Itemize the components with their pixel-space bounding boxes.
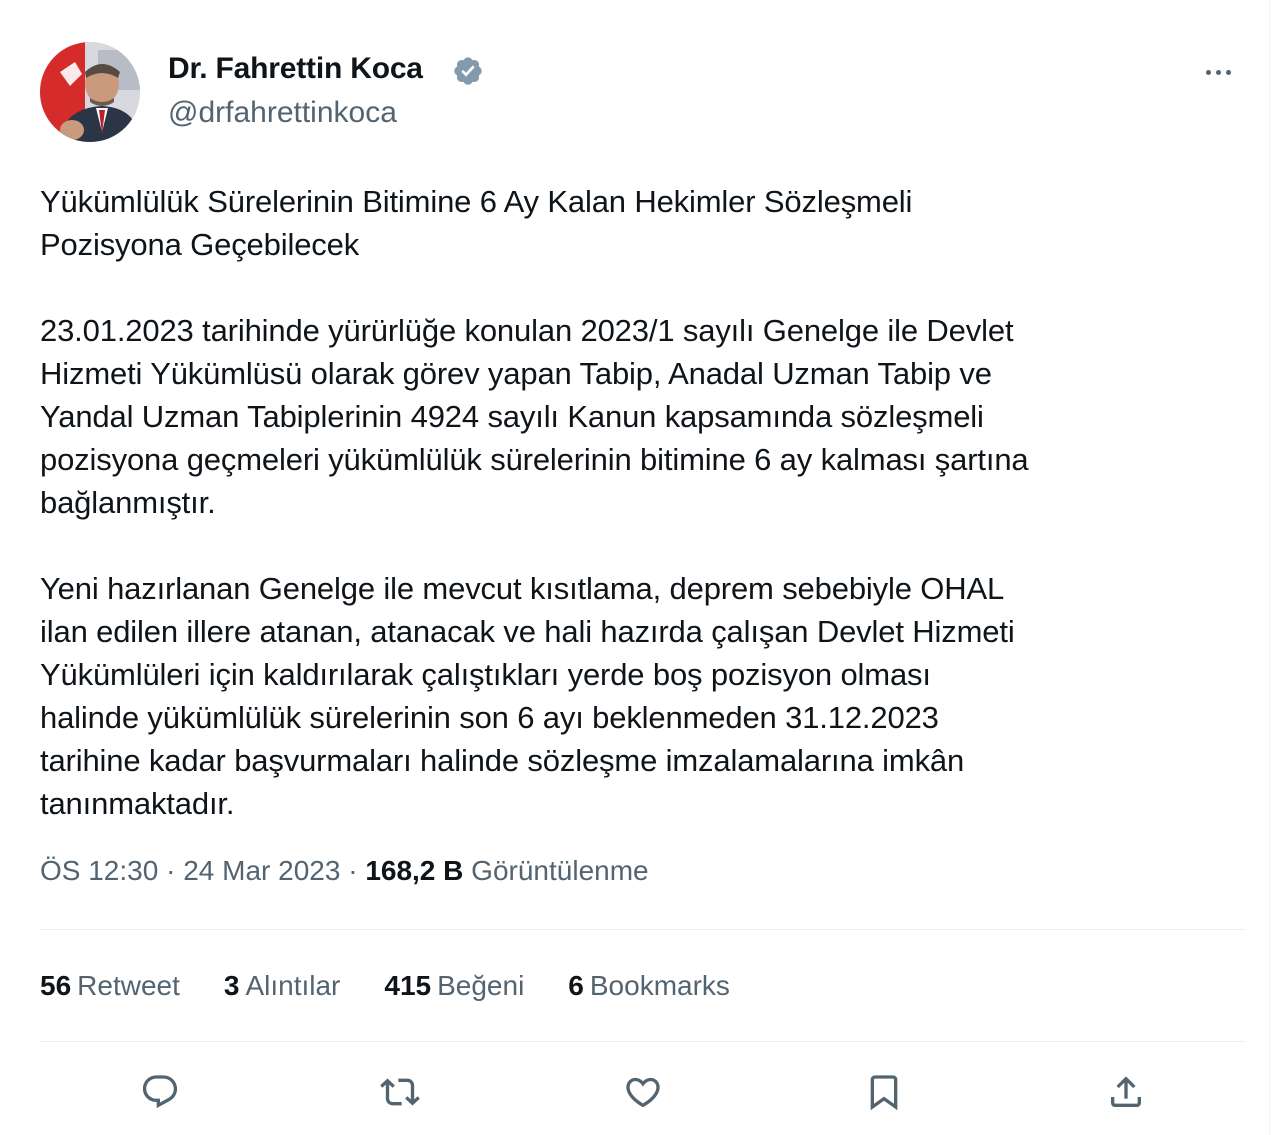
bookmark-button[interactable] [856, 1064, 912, 1120]
tweet-stats: 56 Retweet 3 Alıntılar 415 Beğeni 6 Bookmark… [40, 970, 774, 1002]
like-icon [626, 1077, 660, 1108]
more-options-icon[interactable] [1196, 52, 1240, 92]
views-count: 168,2 B [365, 855, 464, 886]
divider [40, 1041, 1245, 1042]
retweets-label: Retweet [77, 970, 180, 1001]
tweet-date[interactable]: 24 Mar 2023 [183, 855, 340, 886]
bookmarks-label: Bookmarks [589, 970, 730, 1001]
verified-badge-icon [454, 57, 482, 85]
avatar-image [40, 42, 140, 142]
bookmarks-count: 6 [568, 970, 584, 1001]
author-display-name[interactable]: Dr. Fahrettin Koca [168, 52, 423, 86]
tweet-time[interactable]: ÖS 12:30 [40, 855, 158, 886]
meta-separator: · [158, 855, 184, 886]
quotes-stat[interactable]: 3 Alıntılar [224, 970, 341, 1002]
retweet-button[interactable] [372, 1064, 428, 1120]
author-handle[interactable]: @drfahrettinkoca [168, 96, 397, 130]
action-bar [0, 1064, 1280, 1124]
like-button[interactable] [615, 1064, 671, 1120]
share-icon [1111, 1076, 1141, 1107]
meta-separator: · [340, 855, 366, 886]
quotes-count: 3 [223, 970, 240, 1001]
tweet-meta: ÖS 12:30 · 24 Mar 2023 · 168,2 B Görüntü… [40, 855, 649, 887]
retweets-stat[interactable]: 56 Retweet [40, 970, 180, 1002]
likes-label: Beğeni [437, 970, 525, 1001]
tweet-card: Dr. Fahrettin Koca @drfahrettinkoca Yükü… [0, 0, 1280, 1135]
views-label: Görüntülenme [471, 855, 649, 886]
reply-button[interactable] [132, 1064, 188, 1120]
divider [40, 929, 1245, 930]
bookmark-icon [870, 1075, 898, 1111]
author-avatar[interactable] [40, 42, 140, 142]
likes-stat[interactable]: 415 Beğeni [384, 970, 524, 1002]
retweets-count: 56 [40, 970, 72, 1001]
tweet-text: Yükümlülük Sürelerinin Bitimine 6 Ay Kal… [40, 184, 1029, 821]
bookmarks-stat[interactable]: 6 Bookmarks [568, 970, 730, 1002]
quotes-label: Alıntılar [245, 970, 341, 1001]
retweet-icon [380, 1078, 420, 1106]
reply-icon [142, 1075, 178, 1109]
share-button[interactable] [1098, 1064, 1154, 1120]
likes-count: 415 [384, 970, 432, 1001]
